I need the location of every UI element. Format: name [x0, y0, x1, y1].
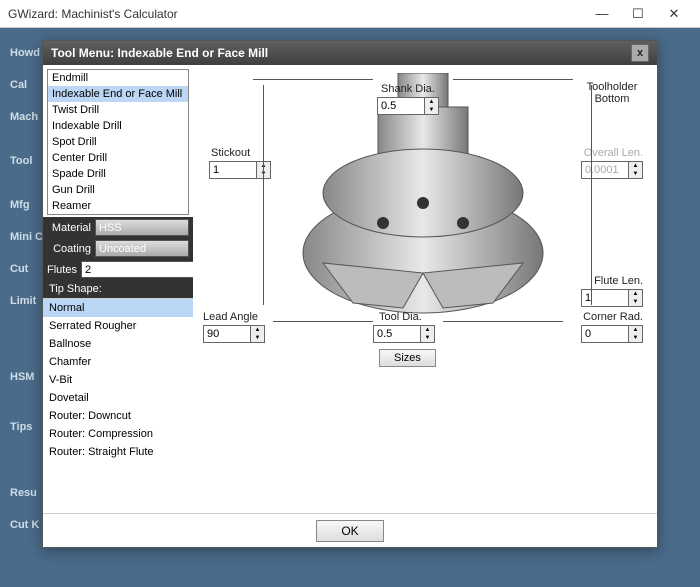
tip-shape-item[interactable]: Chamfer: [43, 353, 193, 371]
stickout-label: Stickout: [211, 147, 250, 159]
dialog-titlebar: Tool Menu: Indexable End or Face Mill x: [43, 41, 657, 65]
material-select[interactable]: HSS: [95, 219, 189, 236]
tool-type-item[interactable]: Indexable End or Face Mill: [48, 86, 188, 102]
coating-row: Coating Uncoated: [43, 238, 193, 259]
lead-angle-label: Lead Angle: [203, 311, 258, 323]
tool-diagram-pane: Shank Dia. ▲▼ Toolholder Bottom Stickout…: [193, 65, 657, 513]
flutes-row: Flutes ▲▼: [43, 259, 193, 280]
tool-type-item[interactable]: Indexable Drill: [48, 118, 188, 134]
stickout-spinner[interactable]: ▲▼: [257, 161, 271, 179]
flute-len-label: Flute Len.: [594, 275, 643, 287]
shank-dia-label: Shank Dia.: [381, 83, 435, 95]
dialog-title-text: Tool Menu: Indexable End or Face Mill: [51, 46, 268, 60]
tool-type-item[interactable]: Center Drill: [48, 150, 188, 166]
overall-len-label: Overall Len.: [584, 147, 643, 159]
tool-type-item[interactable]: Reamer: [48, 198, 188, 214]
dialog-close-button[interactable]: x: [631, 44, 649, 62]
flute-len-input[interactable]: [581, 289, 629, 307]
ok-button[interactable]: OK: [316, 520, 383, 542]
tool-dia-field[interactable]: ▲▼: [373, 325, 435, 343]
tool-type-item[interactable]: Spot Drill: [48, 134, 188, 150]
lead-angle-spinner[interactable]: ▲▼: [251, 325, 265, 343]
shank-dia-input[interactable]: [377, 97, 425, 115]
main-titlebar: GWizard: Machinist's Calculator — ☐ ✕: [0, 0, 700, 28]
app-title: GWizard: Machinist's Calculator: [8, 7, 178, 21]
coating-label: Coating: [47, 243, 95, 255]
tool-type-list[interactable]: Endmill Indexable End or Face Mill Twist…: [47, 69, 189, 215]
tip-shape-item[interactable]: Router: Straight Flute: [43, 443, 193, 461]
corner-rad-spinner[interactable]: ▲▼: [629, 325, 643, 343]
flutes-label: Flutes: [47, 264, 81, 276]
stickout-field[interactable]: ▲▼: [209, 161, 271, 179]
tip-shape-item[interactable]: Router: Compression: [43, 425, 193, 443]
tool-dia-input[interactable]: [373, 325, 421, 343]
tool-type-item[interactable]: Twist Drill: [48, 102, 188, 118]
tool-dia-label: Tool Dia.: [379, 311, 422, 323]
tip-shape-item[interactable]: Serrated Rougher: [43, 317, 193, 335]
maximize-button[interactable]: ☐: [620, 0, 656, 28]
tool-menu-dialog: Tool Menu: Indexable End or Face Mill x …: [42, 40, 658, 548]
lead-angle-input[interactable]: [203, 325, 251, 343]
corner-rad-field[interactable]: ▲▼: [581, 325, 643, 343]
close-button[interactable]: ✕: [656, 0, 692, 28]
tip-shape-item[interactable]: Normal: [43, 299, 193, 317]
tip-shape-header: Tip Shape:: [43, 280, 193, 298]
tool-dia-spinner[interactable]: ▲▼: [421, 325, 435, 343]
corner-rad-label: Corner Rad.: [583, 311, 643, 323]
tool-type-item[interactable]: Endmill: [48, 70, 188, 86]
corner-rad-input[interactable]: [581, 325, 629, 343]
stickout-input[interactable]: [209, 161, 257, 179]
coating-select[interactable]: Uncoated: [95, 240, 189, 257]
tip-shape-list[interactable]: Normal Serrated Rougher Ballnose Chamfer…: [43, 298, 193, 461]
material-row: Material HSS: [43, 217, 193, 238]
overall-len-spinner[interactable]: ▲▼: [629, 161, 643, 179]
tip-shape-item[interactable]: V-Bit: [43, 371, 193, 389]
lead-angle-field[interactable]: ▲▼: [203, 325, 265, 343]
tip-shape-item[interactable]: Ballnose: [43, 335, 193, 353]
left-panel: Endmill Indexable End or Face Mill Twist…: [43, 65, 193, 513]
tip-shape-item[interactable]: Dovetail: [43, 389, 193, 407]
overall-len-input[interactable]: [581, 161, 629, 179]
tip-shape-item[interactable]: Router: Downcut: [43, 407, 193, 425]
toolholder-label: Toolholder Bottom: [577, 81, 647, 105]
tool-type-item[interactable]: Gun Drill: [48, 182, 188, 198]
sizes-button[interactable]: Sizes: [379, 349, 436, 367]
material-label: Material: [47, 222, 95, 234]
flute-len-spinner[interactable]: ▲▼: [629, 289, 643, 307]
minimize-button[interactable]: —: [584, 0, 620, 28]
shank-dia-field[interactable]: ▲▼: [377, 97, 439, 115]
tool-type-item[interactable]: Spade Drill: [48, 166, 188, 182]
dialog-buttonbar: OK: [43, 513, 657, 547]
shank-dia-spinner[interactable]: ▲▼: [425, 97, 439, 115]
